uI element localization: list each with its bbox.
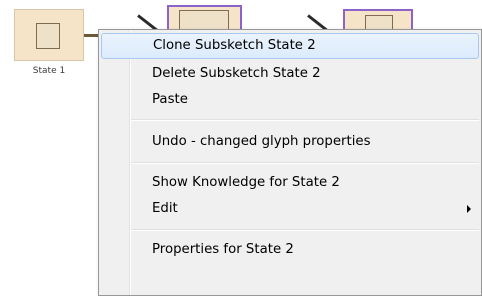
menu-separator: [131, 229, 479, 231]
state-1-label: State 1: [32, 66, 66, 76]
menu-item-properties[interactable]: Properties for State 2: [101, 237, 479, 263]
menu-item-label: Show Knowledge for State 2: [152, 175, 340, 190]
menu-item-undo[interactable]: Undo - changed glyph properties: [101, 129, 479, 155]
state-1-subsketch-icon: [36, 23, 60, 49]
menu-item-paste[interactable]: Paste: [101, 87, 479, 113]
menu-item-label: Undo - changed glyph properties: [152, 134, 371, 149]
menu-separator: [131, 162, 479, 164]
menu-item-label: Edit: [152, 201, 178, 216]
menu-item-delete-subsketch[interactable]: Delete Subsketch State 2: [101, 61, 479, 87]
menu-item-label: Properties for State 2: [152, 242, 294, 257]
chevron-right-icon: [467, 205, 471, 213]
menu-item-label: Clone Subsketch State 2: [153, 38, 316, 53]
menu-item-clone-subsketch[interactable]: Clone Subsketch State 2: [101, 33, 479, 59]
state-1-glyph[interactable]: [14, 9, 84, 61]
menu-separator: [131, 119, 479, 121]
menu-item-label: Delete Subsketch State 2: [152, 66, 321, 81]
menu-item-show-knowledge[interactable]: Show Knowledge for State 2: [101, 170, 479, 196]
context-menu: Clone Subsketch State 2 Delete Subsketch…: [98, 29, 482, 296]
menu-item-label: Paste: [152, 92, 188, 107]
menu-item-edit[interactable]: Edit: [101, 196, 479, 222]
